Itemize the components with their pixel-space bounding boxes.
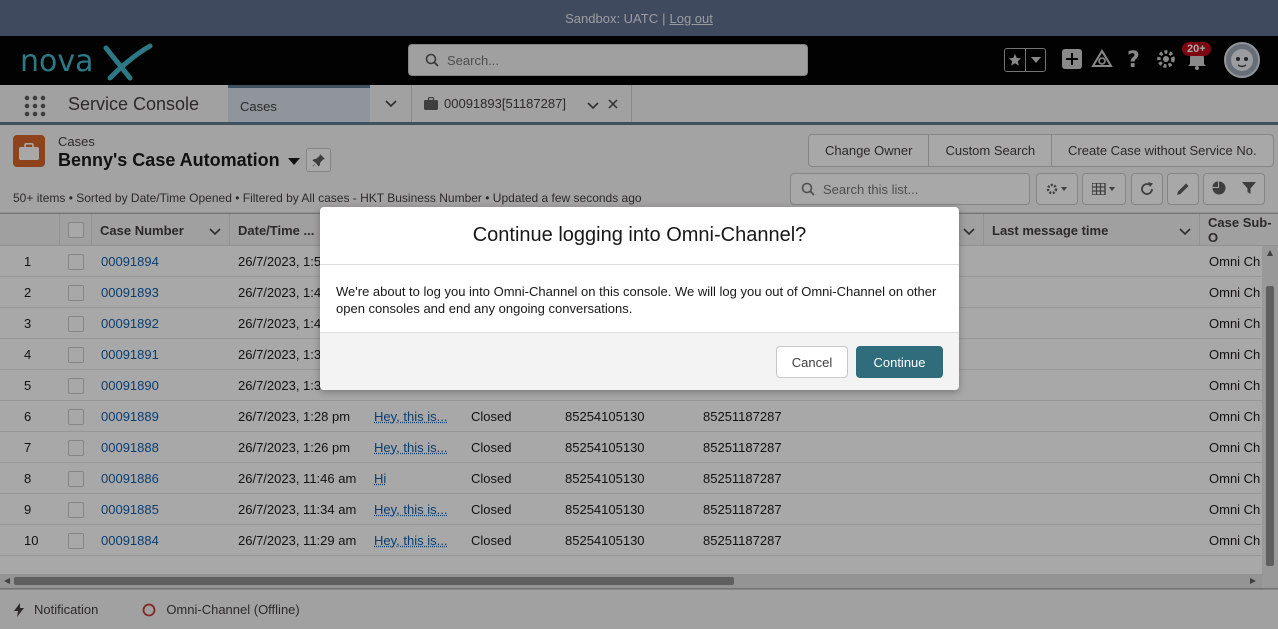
cancel-button[interactable]: Cancel xyxy=(776,346,848,378)
omni-channel-login-modal: Continue logging into Omni-Channel? We'r… xyxy=(320,207,959,390)
modal-title: Continue logging into Omni-Channel? xyxy=(320,207,959,265)
modal-footer: Cancel Continue xyxy=(320,332,959,390)
modal-body: We're about to log you into Omni-Channel… xyxy=(336,284,937,316)
continue-button[interactable]: Continue xyxy=(856,346,943,378)
